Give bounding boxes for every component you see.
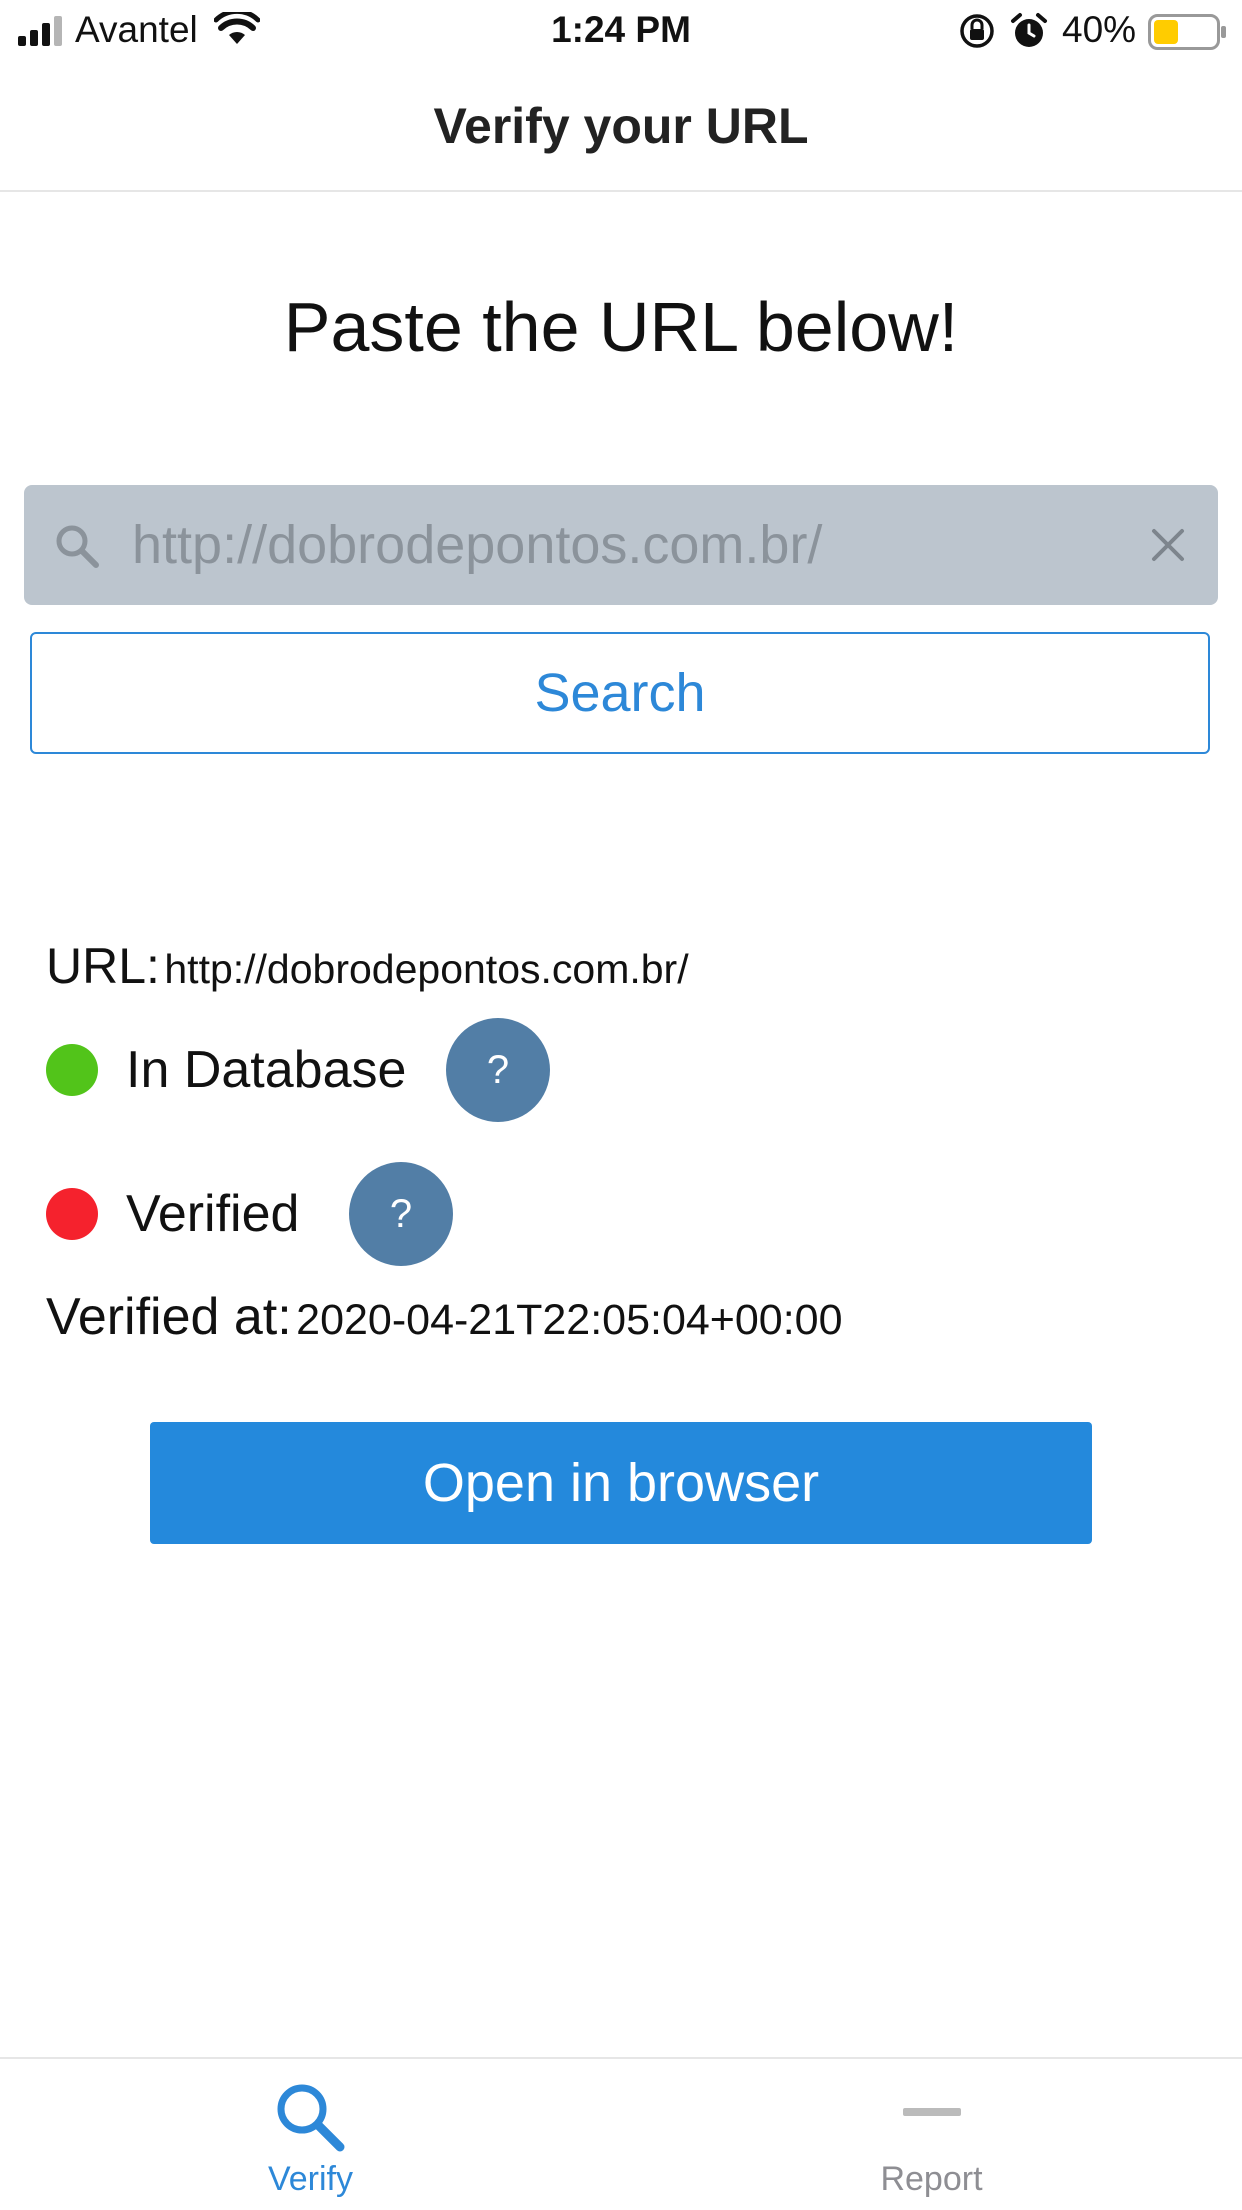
clock: 1:24 PM [551, 9, 691, 50]
url-search-input[interactable] [132, 485, 1132, 605]
status-bar: Avantel 1:24 PM 40% [0, 0, 1242, 62]
page-title: Verify your URL [433, 98, 809, 154]
status-indicator-dot [46, 1188, 98, 1240]
url-value: http://dobrodepontos.com.br/ [164, 946, 689, 992]
help-button[interactable]: ? [446, 1018, 550, 1122]
status-indicator-dot [46, 1044, 98, 1096]
tab-label: Report [880, 2160, 983, 2198]
status-label: In Database [126, 1041, 407, 1099]
search-bar[interactable] [24, 485, 1218, 605]
verified-at-value: 2020-04-21T22:05:04+00:00 [296, 1296, 843, 1344]
tab-report[interactable]: Report [621, 2059, 1242, 2210]
tab-verify[interactable]: Verify [0, 2059, 621, 2210]
rotation-lock-icon [960, 14, 994, 48]
tab-label: Verify [267, 2160, 354, 2198]
tab-bar: Verify Report [0, 2057, 1242, 2210]
url-label: URL: [46, 938, 160, 994]
battery-icon [1148, 14, 1226, 50]
instruction-heading: Paste the URL below! [283, 288, 959, 366]
open-in-browser-button[interactable]: Open in browser [150, 1422, 1092, 1544]
nav-header: Verify your URL [0, 62, 1242, 192]
result-url-row: URL: http://dobrodepontos.com.br/ [46, 936, 689, 996]
search-icon [56, 525, 99, 568]
alarm-icon [1011, 13, 1047, 47]
close-icon[interactable] [1148, 525, 1188, 565]
search-button[interactable]: Search [30, 632, 1210, 754]
status-label: Verified [126, 1185, 300, 1243]
battery-percent: 40% [1062, 9, 1137, 50]
search-icon [277, 2084, 345, 2152]
verified-at-label: Verified at: [46, 1288, 292, 1346]
minus-icon [903, 2108, 961, 2116]
help-button[interactable]: ? [349, 1162, 453, 1266]
verified-at-row: Verified at: 2020-04-21T22:05:04+00:00 [46, 1284, 843, 1350]
